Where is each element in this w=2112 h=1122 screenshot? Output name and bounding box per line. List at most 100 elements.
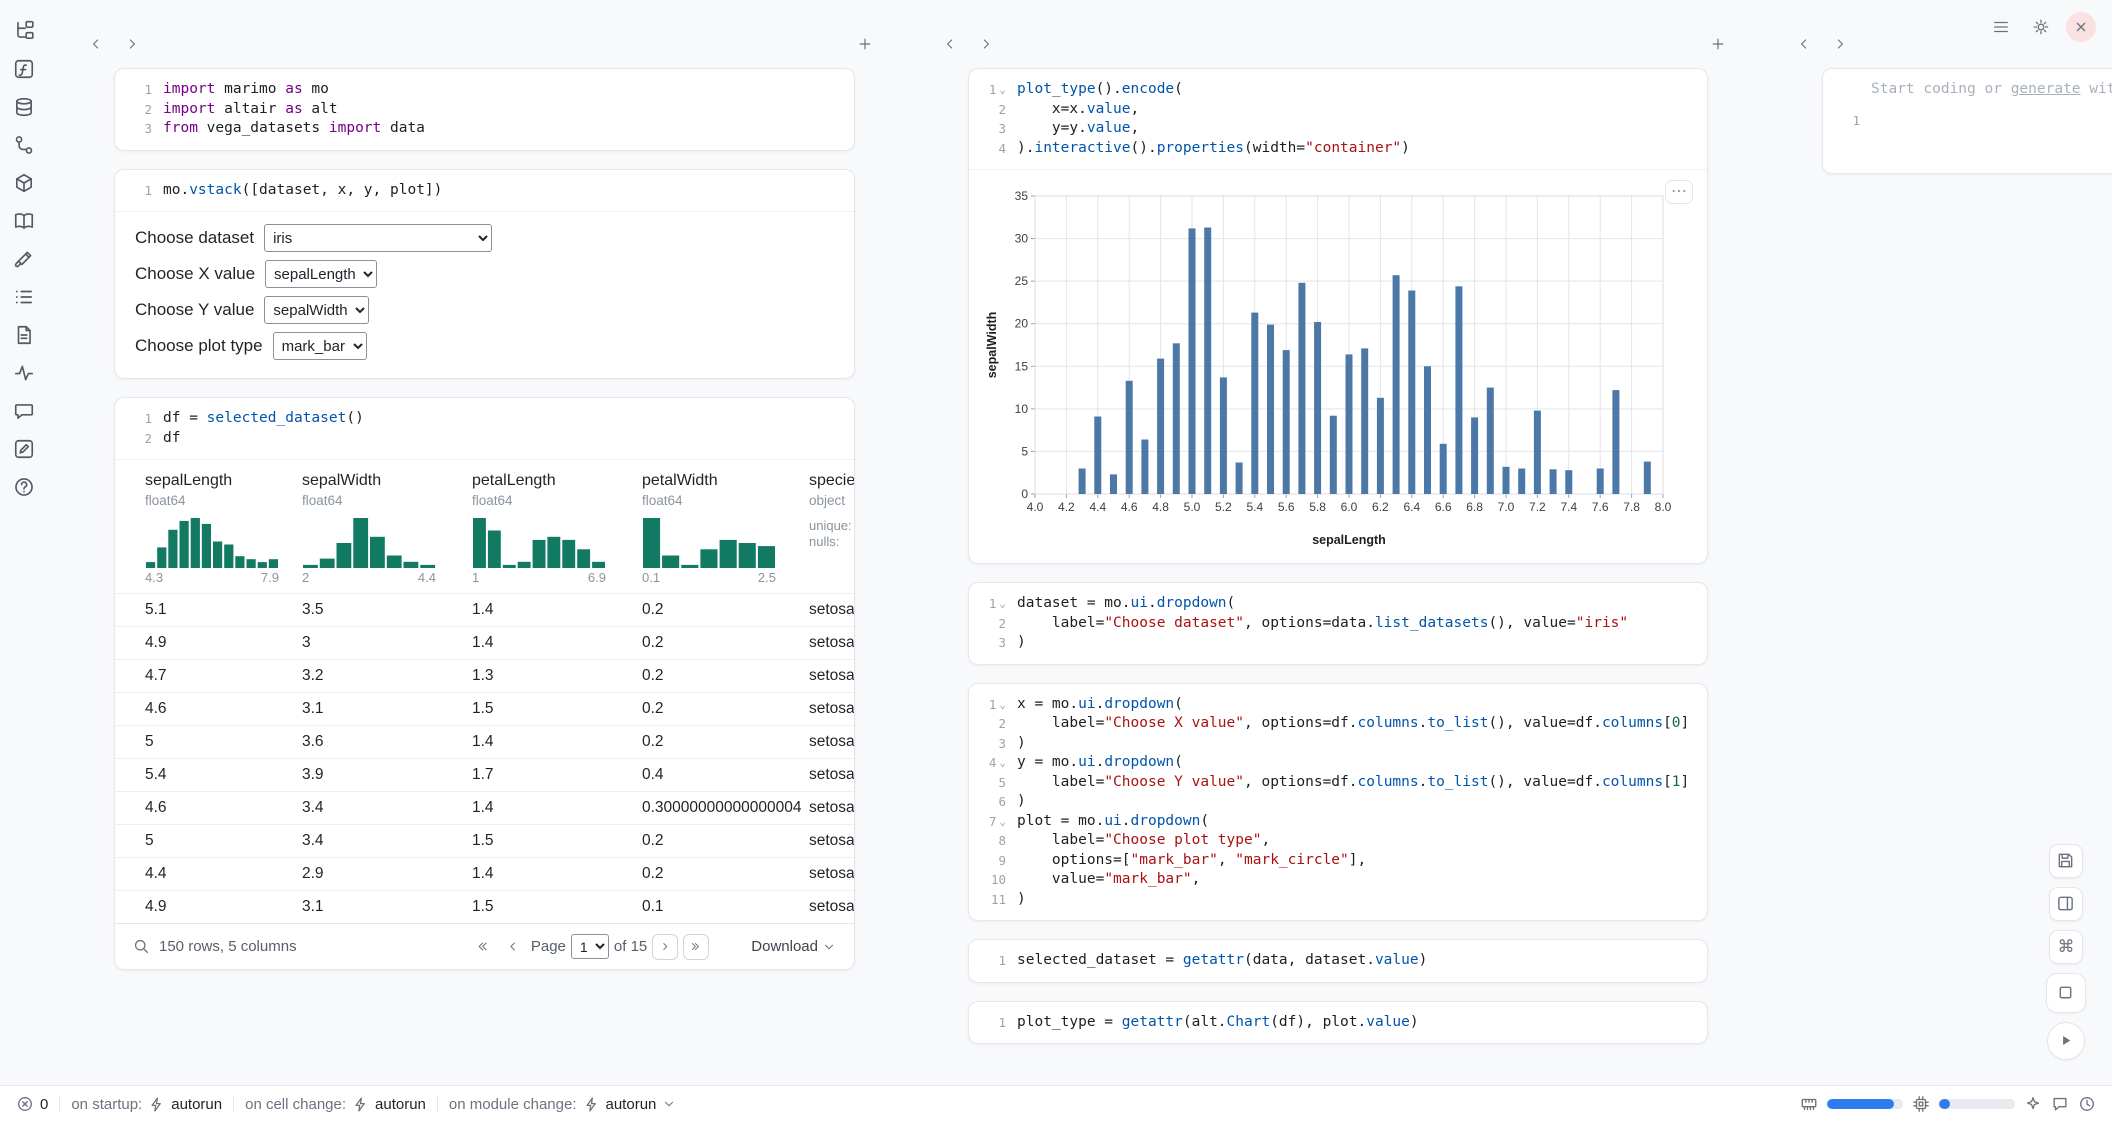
table-row[interactable]: 5.13.51.40.2setosa — [115, 593, 854, 626]
altair-chart[interactable]: 051015202530354.04.24.44.64.85.05.25.45.… — [983, 182, 1701, 555]
code-line[interactable]: x=x.value, — [1017, 100, 1707, 120]
table-column-header[interactable]: petalWidthfloat640.12.5 — [642, 472, 809, 593]
column-2-add-cell-button[interactable] — [1704, 30, 1732, 58]
generate-with-ai-link[interactable]: generate — [2011, 81, 2081, 97]
code-line[interactable]: import marimo as mo — [163, 80, 854, 100]
code-line[interactable]: plot_type = getattr(alt.Chart(df), plot.… — [1017, 1013, 1707, 1033]
table-column-header[interactable]: petalLengthfloat6416.9 — [472, 472, 642, 593]
table-row[interactable]: 4.63.11.50.2setosa — [115, 692, 854, 725]
column-2-move-left-button[interactable] — [936, 30, 964, 58]
sidebar-help-button[interactable] — [11, 474, 37, 500]
column-3-move-right-button[interactable] — [1826, 30, 1854, 58]
sidebar-documentation-button[interactable] — [11, 208, 37, 234]
table-row[interactable]: 4.42.91.40.2setosa — [115, 857, 854, 890]
code-line[interactable]: import altair as alt — [163, 100, 854, 120]
code-line[interactable]: df = selected_dataset() — [163, 409, 854, 429]
table-row[interactable]: 53.41.50.2setosa — [115, 824, 854, 857]
feedback-icon[interactable] — [2051, 1095, 2069, 1113]
code-line[interactable]: ) — [1017, 734, 1707, 754]
code-line[interactable]: label="Choose dataset", options=data.lis… — [1017, 614, 1707, 634]
page-select[interactable]: 1 — [571, 934, 609, 959]
code-line[interactable]: selected_dataset = getattr(data, dataset… — [1017, 951, 1707, 971]
code-line[interactable]: Start coding or generate with AI — [1871, 80, 2112, 162]
table-row[interactable]: 4.63.41.40.30000000000000004setosa — [115, 791, 854, 824]
chart-code-editor[interactable]: 1⌄plot_type().encode(2 x=x.value,3 y=y.v… — [969, 69, 1707, 169]
prev-page-button[interactable] — [500, 934, 526, 960]
runtime-config-item[interactable]: on module change:autorun — [449, 1096, 676, 1113]
sidebar-chat-button[interactable] — [11, 398, 37, 424]
sidebar-snippets-button[interactable] — [11, 322, 37, 348]
code-line[interactable]: options=["mark_bar", "mark_circle"], — [1017, 851, 1707, 871]
last-page-button[interactable] — [683, 934, 709, 960]
dataset-dropdown-code-editor[interactable]: 1⌄dataset = mo.ui.dropdown(2 label="Choo… — [969, 583, 1707, 664]
next-page-button[interactable] — [652, 934, 678, 960]
choose-plot-type-select[interactable]: mark_bar — [273, 332, 367, 360]
table-row[interactable]: 4.93.11.50.1setosa — [115, 890, 854, 923]
table-row[interactable]: 53.61.40.2setosa — [115, 725, 854, 758]
code-line[interactable]: plot_type().encode( — [1017, 80, 1707, 100]
fold-icon[interactable]: ⌄ — [999, 84, 1006, 95]
choose-x-value-select[interactable]: sepalLength — [265, 260, 377, 288]
download-button[interactable]: Download — [751, 938, 836, 955]
sparkle-icon[interactable] — [2024, 1095, 2042, 1113]
sidebar-tools-button[interactable] — [11, 246, 37, 272]
run-all-button[interactable] — [2047, 1022, 2085, 1060]
column-1-move-left-button[interactable] — [82, 30, 110, 58]
imports-code-editor[interactable]: 1import marimo as mo2import altair as al… — [115, 69, 854, 150]
shortcuts-button[interactable]: ⌘ — [2049, 930, 2083, 964]
xy-plot-dropdowns-code-editor[interactable]: 1⌄x = mo.ui.dropdown(2 label="Choose X v… — [969, 684, 1707, 921]
sidebar-dependency-graph-button[interactable] — [11, 132, 37, 158]
column-2-move-right-button[interactable] — [972, 30, 1000, 58]
column-1-add-cell-button[interactable] — [851, 30, 879, 58]
code-line[interactable]: label="Choose Y value", options=df.colum… — [1017, 773, 1707, 793]
chart-options-button[interactable]: ⋯ — [1665, 180, 1693, 204]
table-column-header[interactable]: speciesobjectunique:nulls: — [809, 472, 854, 593]
save-button[interactable] — [2049, 844, 2083, 878]
clock-icon[interactable] — [2078, 1095, 2096, 1113]
cpu-icon[interactable] — [1912, 1095, 1930, 1113]
fold-icon[interactable]: ⌄ — [999, 699, 1006, 710]
sidebar-scratchpad-button[interactable] — [11, 436, 37, 462]
notebook-menu-button[interactable] — [1986, 12, 2016, 42]
code-line[interactable]: y = mo.ui.dropdown( — [1017, 753, 1707, 773]
code-line[interactable]: dataset = mo.ui.dropdown( — [1017, 594, 1707, 614]
code-line[interactable]: x = mo.ui.dropdown( — [1017, 695, 1707, 715]
sidebar-database-button[interactable] — [11, 94, 37, 120]
shutdown-button[interactable] — [2066, 12, 2096, 42]
plot-type-code-editor[interactable]: 1plot_type = getattr(alt.Chart(df), plot… — [969, 1002, 1707, 1044]
code-line[interactable]: ).interactive().properties(width="contai… — [1017, 139, 1707, 159]
table-row[interactable]: 5.43.91.70.4setosa — [115, 758, 854, 791]
empty-code-editor[interactable]: 1Start coding or generate with AI — [1823, 69, 2112, 173]
runtime-config-item[interactable]: on startup:autorun — [71, 1096, 222, 1113]
code-line[interactable]: ) — [1017, 890, 1707, 910]
settings-button[interactable] — [2026, 12, 2056, 42]
code-line[interactable]: ) — [1017, 633, 1707, 653]
choose-y-value-select[interactable]: sepalWidth — [264, 296, 369, 324]
errors-indicator[interactable]: 0 — [16, 1095, 48, 1113]
table-row[interactable]: 4.73.21.30.2setosa — [115, 659, 854, 692]
memory-icon[interactable] — [1800, 1095, 1818, 1113]
sidebar-file-tree-button[interactable] — [11, 18, 37, 44]
fold-icon[interactable]: ⌄ — [999, 598, 1006, 609]
selected-dataset-code-editor[interactable]: 1selected_dataset = getattr(data, datase… — [969, 940, 1707, 982]
code-line[interactable]: label="Choose X value", options=df.colum… — [1017, 714, 1707, 734]
fold-icon[interactable]: ⌄ — [999, 816, 1006, 827]
code-line[interactable]: value="mark_bar", — [1017, 870, 1707, 890]
dataframe-code-editor[interactable]: 1df = selected_dataset()2df — [115, 398, 854, 459]
sidebar-variables-button[interactable] — [11, 56, 37, 82]
code-line[interactable]: plot = mo.ui.dropdown( — [1017, 812, 1707, 832]
first-page-button[interactable] — [469, 934, 495, 960]
code-line[interactable]: from vega_datasets import data — [163, 119, 854, 139]
column-3-move-left-button[interactable] — [1790, 30, 1818, 58]
code-line[interactable]: y=y.value, — [1017, 119, 1707, 139]
table-column-header[interactable]: sepalLengthfloat644.37.9 — [145, 472, 302, 593]
code-line[interactable]: ) — [1017, 792, 1707, 812]
sidebar-tracing-button[interactable] — [11, 360, 37, 386]
code-line[interactable]: label="Choose plot type", — [1017, 831, 1707, 851]
code-line[interactable]: mo.vstack([dataset, x, y, plot]) — [163, 181, 854, 201]
fold-icon[interactable]: ⌄ — [999, 757, 1006, 768]
terminal-button[interactable] — [2046, 973, 2086, 1013]
choose-dataset-select[interactable]: iris — [264, 224, 492, 252]
search-icon[interactable] — [133, 938, 150, 955]
vstack-code-editor[interactable]: 1mo.vstack([dataset, x, y, plot]) — [115, 170, 854, 212]
